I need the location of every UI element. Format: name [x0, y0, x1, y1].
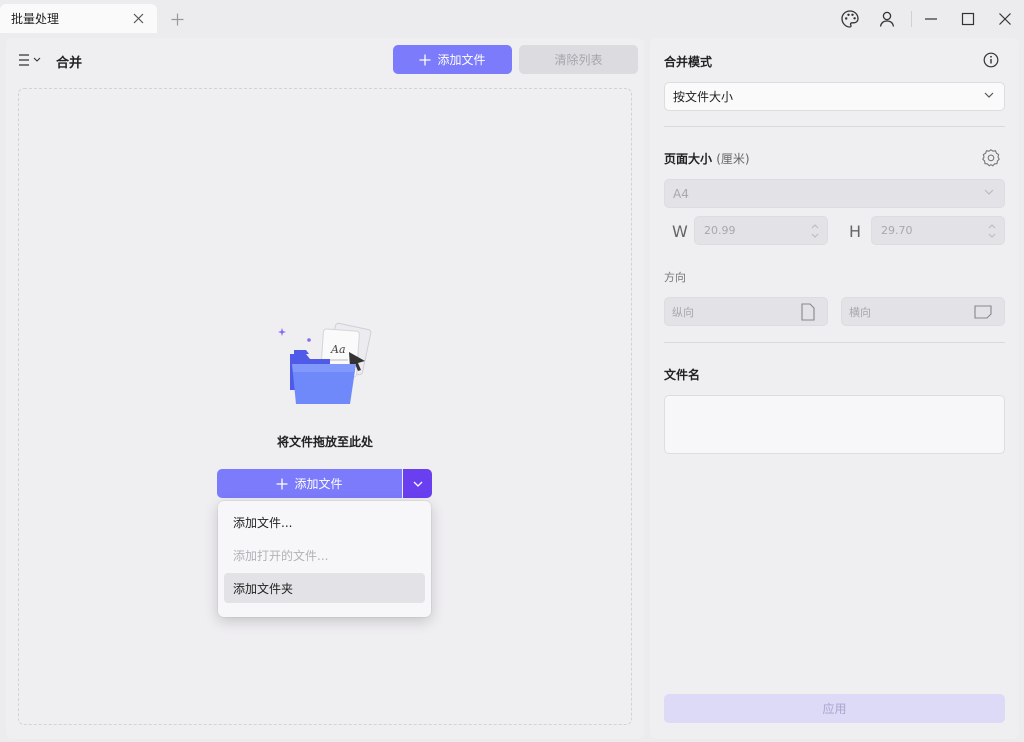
menu-icon	[19, 54, 41, 66]
merge-mode-select[interactable]: 按文件大小	[664, 82, 1005, 111]
title-bar: 批量处理	[0, 0, 1024, 37]
add-files-label: 添加文件	[437, 53, 486, 67]
info-icon[interactable]	[983, 52, 999, 68]
width-letter: W	[672, 222, 688, 241]
landscape-option: 横向	[841, 297, 1005, 326]
filename-label: 文件名	[664, 368, 701, 382]
titlebar-divider	[911, 11, 912, 27]
chevron-down-icon	[984, 92, 994, 98]
height-letter: H	[849, 222, 862, 241]
plus-icon	[276, 478, 288, 489]
menu-button[interactable]	[18, 52, 44, 68]
chevron-down-icon	[413, 481, 422, 487]
add-files-dropdown-toggle[interactable]	[403, 469, 432, 498]
page-size-title: 页面大小	[664, 152, 713, 166]
clear-list-label: 清除列表	[554, 53, 603, 67]
plus-icon[interactable]	[168, 10, 186, 28]
merge-panel: 合并 添加文件 清除列表 Aa 将文件拖放至此处 添加文件 添加文件... 添加…	[6, 38, 644, 739]
filename-input[interactable]	[664, 395, 1005, 454]
stepper-icon	[988, 224, 996, 238]
apply-label: 应用	[822, 702, 847, 716]
menu-item-add-open-files: 添加打开的文件...	[233, 548, 329, 563]
clear-list-button[interactable]: 清除列表	[519, 45, 638, 74]
add-files-button[interactable]: 添加文件	[393, 45, 512, 74]
section-divider	[664, 126, 1005, 127]
merge-mode-label: 合并模式	[664, 55, 713, 69]
page-size-label: 页面大小 (厘米)	[664, 150, 750, 167]
tab-title: 批量处理	[11, 12, 60, 26]
height-value: 29.70	[881, 224, 913, 237]
width-value: 20.99	[704, 224, 736, 237]
panel-title: 合并	[56, 56, 83, 71]
orientation-label: 方向	[664, 271, 686, 284]
minimize-icon[interactable]	[921, 9, 941, 29]
add-files-main-button[interactable]: 添加文件	[217, 469, 402, 498]
stepper-icon	[811, 224, 819, 238]
folder-files-illustration: Aa	[278, 322, 372, 404]
width-input: 20.99	[694, 216, 828, 245]
drop-hint-text: 将文件拖放至此处	[276, 435, 373, 449]
merge-mode-value: 按文件大小	[673, 90, 734, 104]
tab-batch-processing[interactable]: 批量处理	[0, 4, 157, 33]
gear-icon[interactable]	[981, 148, 1001, 168]
close-icon[interactable]	[130, 10, 146, 26]
portrait-label: 纵向	[672, 305, 694, 319]
palette-icon[interactable]	[840, 9, 860, 29]
menu-item-add-files[interactable]: 添加文件...	[224, 507, 425, 537]
add-files-main-label: 添加文件	[294, 477, 343, 491]
page-size-value: A4	[673, 186, 689, 201]
menu-item-add-folder[interactable]: 添加文件夹	[224, 573, 425, 603]
add-files-menu: 添加文件... 添加打开的文件... 添加文件夹	[218, 501, 431, 617]
portrait-option: 纵向	[664, 297, 828, 326]
landscape-page-icon	[974, 305, 992, 319]
landscape-label: 横向	[849, 305, 871, 319]
chevron-down-icon	[984, 189, 994, 195]
section-divider	[664, 342, 1005, 343]
apply-button[interactable]: 应用	[664, 694, 1005, 723]
page-size-select: A4	[664, 179, 1005, 208]
plus-icon	[419, 54, 431, 65]
add-files-split-button: 添加文件	[217, 469, 432, 498]
user-icon[interactable]	[877, 9, 897, 29]
portrait-page-icon	[801, 303, 815, 321]
height-input: 29.70	[871, 216, 1005, 245]
settings-panel: 合并模式 按文件大小 页面大小 (厘米) A4 W 20.99 H 29.70 …	[650, 38, 1019, 739]
page-size-unit: (厘米)	[716, 152, 750, 166]
svg-text:Aa: Aa	[330, 343, 346, 356]
close-window-icon[interactable]	[995, 9, 1015, 29]
maximize-icon[interactable]	[958, 9, 978, 29]
